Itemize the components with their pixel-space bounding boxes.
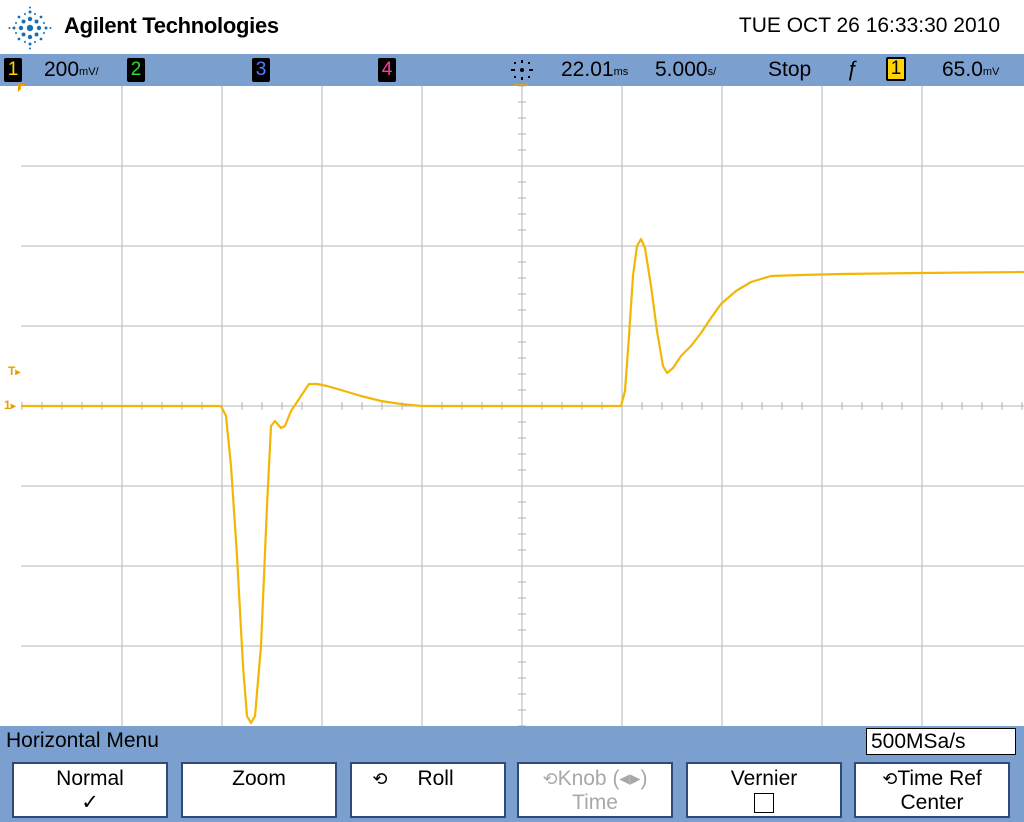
softkey-roll-label: Roll — [417, 767, 454, 790]
time-delay-value: 22.01 — [561, 58, 614, 81]
time-scale-value: 5.000 — [655, 58, 708, 81]
channel-3-badge[interactable]: 3 — [252, 58, 270, 82]
softkey-time-ref[interactable]: ⟲Time Ref Center — [854, 762, 1010, 818]
waveform-display[interactable] — [21, 86, 1024, 726]
time-scale-unit: s/ — [707, 66, 717, 78]
knob-icon: ⟲ — [882, 769, 898, 789]
channel-1-badge[interactable]: 1 — [4, 58, 22, 82]
softkey-time-ref-label: Time Ref — [897, 767, 982, 790]
softkey-normal-label: Normal — [56, 767, 124, 790]
menu-title: Horizontal Menu — [6, 729, 159, 752]
channel-4-badge[interactable]: 4 — [378, 58, 396, 82]
time-delay[interactable]: 22.01ms — [561, 58, 628, 82]
channel-1-ground-marker: 1▸ — [4, 398, 16, 412]
brand-name: Agilent Technologies — [64, 13, 279, 38]
softkey-normal[interactable]: Normal ✓ — [12, 762, 168, 818]
knob-icon: ⟲ — [372, 769, 388, 789]
trigger-level[interactable]: 65.0mV — [942, 58, 999, 82]
channel-1-scale-unit: mV/ — [79, 66, 99, 78]
softkey-zoom[interactable]: Zoom — [181, 762, 337, 818]
vernier-checkbox[interactable] — [754, 793, 774, 813]
softkey-knob-sublabel: Time — [572, 791, 618, 814]
channel-2-badge[interactable]: 2 — [127, 58, 145, 82]
header-bar: Agilent Technologies TUE OCT 26 16:33:30… — [0, 0, 1024, 54]
softkey-menu-bar: Horizontal Menu 500MSa/s Normal ✓ Zoom ⟲… — [0, 726, 1024, 822]
time-delay-unit: ms — [613, 66, 629, 78]
softkey-zoom-label: Zoom — [232, 767, 286, 790]
channel-1-scale[interactable]: 200mV/ — [44, 58, 99, 82]
datetime-readout: TUE OCT 26 16:33:30 2010 — [738, 14, 1000, 37]
channel-1-scale-value: 200 — [44, 58, 80, 81]
graticule — [21, 86, 1024, 726]
softkey-knob-time[interactable]: ⟲Knob (◂▸) Time — [517, 762, 673, 818]
trigger-level-unit: mV — [982, 66, 1000, 78]
agilent-logo-icon — [8, 6, 52, 50]
status-bar: 1 200mV/ 2 3 4 22.01ms 5.000s/ Stop ƒ 1 … — [0, 54, 1024, 86]
trigger-slope-icon[interactable]: ƒ — [846, 58, 858, 82]
sample-rate-readout: 500MSa/s — [866, 728, 1016, 755]
softkey-time-ref-sublabel: Center — [900, 791, 964, 814]
softkey-vernier-label: Vernier — [730, 767, 798, 790]
run-state[interactable]: Stop — [768, 58, 811, 82]
knob-icon: ⟲ — [542, 769, 558, 789]
checkmark-icon: ✓ — [81, 791, 99, 814]
trigger-level-marker: T▸ — [8, 364, 21, 378]
time-scale[interactable]: 5.000s/ — [655, 58, 716, 82]
trigger-level-value: 65.0 — [942, 58, 983, 81]
trigger-source-badge[interactable]: 1 — [886, 57, 906, 81]
softkey-knob-label: Knob (◂▸) — [557, 767, 648, 790]
delay-knob-icon — [511, 60, 533, 80]
softkey-vernier[interactable]: Vernier — [686, 762, 842, 818]
softkey-roll[interactable]: ⟲ Roll — [350, 762, 506, 818]
